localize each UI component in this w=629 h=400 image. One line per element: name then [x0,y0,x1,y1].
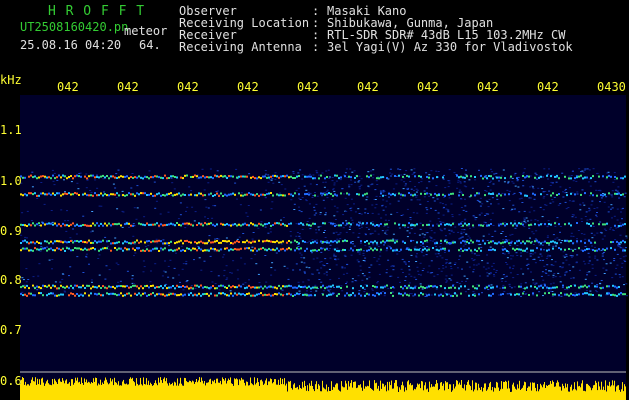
freq-tick-label: 1.0 [0,174,22,188]
freq-tick-label: 0.9 [0,224,22,238]
spectrogram [20,95,628,400]
freq-tick-label: 0.8 [0,273,22,287]
freq-tick-label: 1.1 [0,123,22,137]
freq-tick-label: 0.6 [0,374,22,388]
plot-background [20,95,626,400]
freq-tick-label: 0.7 [0,323,22,337]
